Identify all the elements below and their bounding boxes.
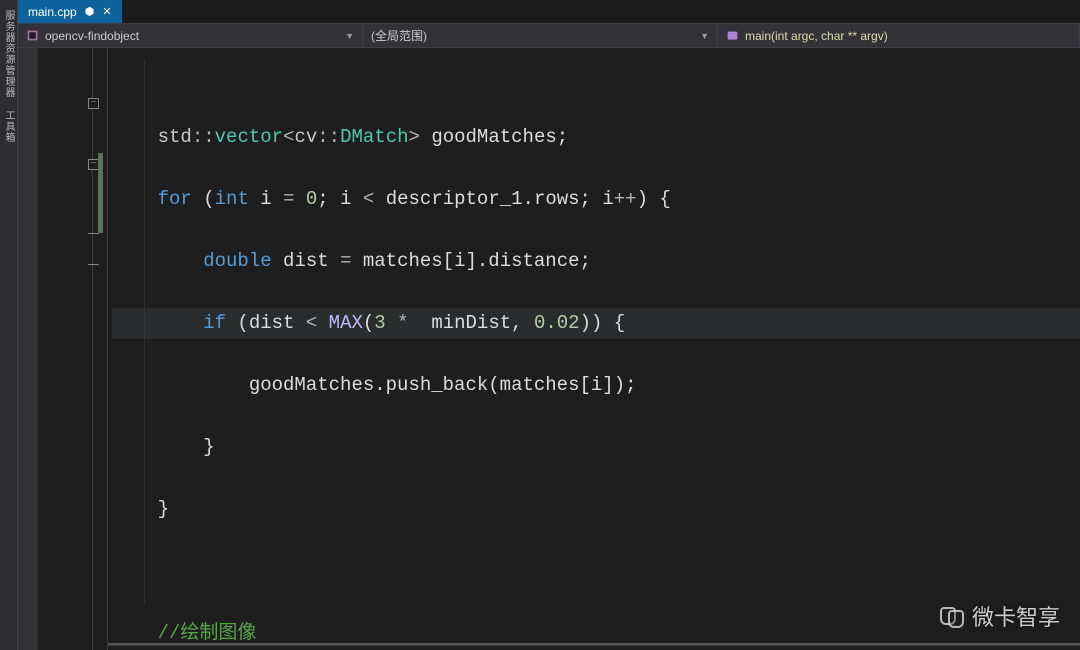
chevron-down-icon: ▼ [700, 31, 709, 41]
document-tab-bar: main.cpp ⬢ ✕ [18, 0, 1080, 24]
fold-toggle[interactable]: − [88, 98, 99, 109]
pin-icon[interactable]: ⬢ [85, 5, 95, 18]
nav-project-label: opencv-findobject [45, 29, 139, 43]
navigation-bar: opencv-findobject ▼ (全局范围) ▼ main(int ar… [18, 24, 1080, 48]
nav-scope-dropdown[interactable]: (全局范围) ▼ [363, 24, 718, 47]
chevron-down-icon: ▼ [345, 31, 354, 41]
side-toolbar: 服务器资源管理器 工具箱 [0, 0, 18, 650]
tool-window-toolbox[interactable]: 工具箱 [1, 110, 16, 143]
outline-gutter: − − [38, 48, 108, 650]
nav-function-dropdown[interactable]: main(int argc, char ** argv) [718, 24, 1080, 47]
close-icon[interactable]: ✕ [102, 5, 111, 18]
code-editor[interactable]: − − std::vector<cv::DMatch> goodMatches;… [18, 48, 1080, 650]
tool-window-server-explorer[interactable]: 服务器资源管理器 [1, 10, 16, 98]
indicator-margin [18, 48, 38, 650]
nav-project-dropdown[interactable]: opencv-findobject ▼ [18, 24, 363, 47]
nav-scope-label: (全局范围) [371, 27, 427, 44]
tab-label: main.cpp [28, 5, 77, 19]
horizontal-scrollbar[interactable] [108, 643, 1080, 646]
project-icon [26, 29, 39, 42]
nav-function-label: main(int argc, char ** argv) [745, 29, 888, 43]
code-content[interactable]: std::vector<cv::DMatch> goodMatches; for… [108, 48, 1080, 650]
change-indicator [98, 153, 103, 233]
function-icon [726, 29, 739, 42]
tab-main-cpp[interactable]: main.cpp ⬢ ✕ [18, 0, 122, 23]
